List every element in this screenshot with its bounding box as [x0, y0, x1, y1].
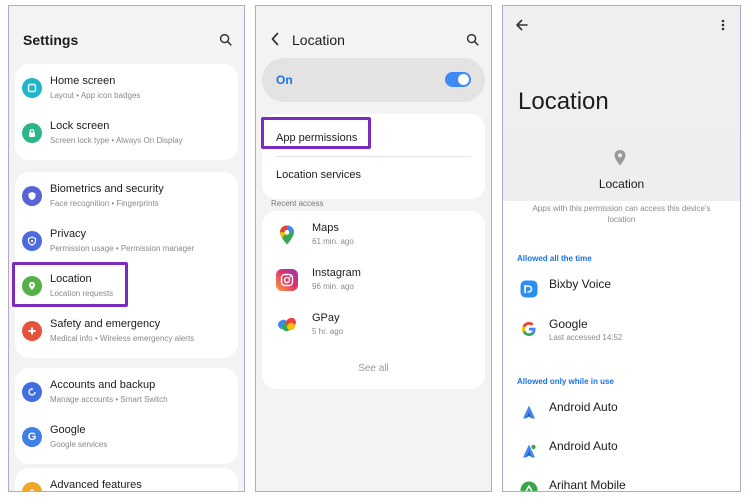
permission-content: Location Apps with this permission can a…: [503, 133, 740, 491]
settings-item-google[interactable]: G Google Google services: [15, 417, 238, 462]
search-icon[interactable]: [216, 30, 234, 48]
location-permission-panel: Location Location Apps with this permiss…: [502, 5, 741, 492]
privacy-icon: [22, 231, 42, 251]
settings-item-title: Advanced features: [50, 479, 142, 491]
app-row-arihant[interactable]: Arihant Mobile: [503, 470, 740, 492]
more-options-icon[interactable]: [714, 16, 732, 34]
settings-item-title: Biometrics and security: [50, 183, 164, 195]
recent-app-maps[interactable]: Maps 61 min. ago: [262, 215, 485, 259]
google-g-icon: G: [22, 427, 42, 447]
settings-item-title: Accounts and backup: [50, 379, 156, 391]
settings-card-accounts: Accounts and backup Manage accounts • Sm…: [15, 368, 238, 464]
settings-item-title: Home screen: [50, 75, 116, 87]
settings-item-lock-screen[interactable]: Lock screen Screen lock type • Always On…: [15, 113, 238, 158]
settings-item-subtitle: Face recognition • Fingerprints: [50, 199, 159, 208]
sync-icon: [22, 382, 42, 402]
advanced-icon: [22, 482, 42, 491]
page-title: Location: [292, 32, 345, 48]
app-row-google[interactable]: Google Last accessed 14:52: [503, 309, 740, 349]
location-panel: Location On App permissions Location ser…: [255, 5, 492, 492]
home-screen-icon: [22, 78, 42, 98]
app-row-bixby[interactable]: Bixby Voice: [503, 269, 740, 309]
allowed-all-label: Allowed all the time: [517, 254, 592, 263]
settings-card-advanced: Advanced features: [15, 468, 238, 491]
app-row-android-auto[interactable]: Android Auto: [503, 392, 740, 432]
settings-item-subtitle: Screen lock type • Always On Display: [50, 136, 183, 145]
android-auto-icon: [519, 402, 539, 422]
settings-panel: Settings Home screen Layout • App icon b…: [8, 5, 245, 492]
permission-name: Location: [598, 177, 645, 191]
settings-item-subtitle: Permission usage • Permission manager: [50, 244, 195, 253]
back-arrow-icon[interactable]: [512, 16, 530, 34]
lock-screen-icon: [22, 123, 42, 143]
arihant-icon: [519, 480, 539, 491]
app-detail: Last accessed 14:52: [549, 333, 623, 342]
recent-app-name: Instagram: [312, 267, 361, 279]
allowed-while-label: Allowed only while in use: [517, 377, 614, 386]
recent-app-time: 96 min. ago: [312, 282, 354, 291]
search-icon[interactable]: [463, 30, 481, 48]
google-maps-icon: [276, 224, 298, 246]
app-name: Arihant Mobile: [549, 478, 626, 492]
app-name: Android Auto: [549, 400, 618, 414]
permission-description: Apps with this permission can access thi…: [532, 204, 711, 224]
recent-app-time: 5 hr. ago: [312, 327, 344, 336]
back-chevron-icon[interactable]: [266, 30, 284, 48]
page-title: Location: [518, 88, 609, 115]
settings-item-biometrics[interactable]: Biometrics and security Face recognition…: [15, 176, 238, 221]
page-title: Settings: [23, 32, 79, 48]
settings-item-subtitle: Google services: [50, 440, 108, 449]
settings-item-home-screen[interactable]: Home screen Layout • App icon badges: [15, 68, 238, 113]
settings-item-subtitle: Medical info • Wireless emergency alerts: [50, 334, 195, 343]
settings-item-safety[interactable]: Safety and emergency Medical info • Wire…: [15, 311, 238, 356]
settings-item-title: Lock screen: [50, 120, 110, 132]
location-services-item[interactable]: Location services: [276, 169, 361, 181]
recent-app-name: Maps: [312, 222, 339, 234]
location-pin-icon: [613, 149, 627, 172]
gpay-icon: [276, 314, 298, 336]
location-toggle-card[interactable]: On: [262, 58, 485, 102]
bixby-icon: [519, 279, 539, 299]
screenshot-stage: Settings Home screen Layout • App icon b…: [0, 0, 749, 500]
settings-card-screens: Home screen Layout • App icon badges Loc…: [15, 64, 238, 160]
recent-app-instagram[interactable]: Instagram 96 min. ago: [262, 260, 485, 304]
settings-item-privacy[interactable]: Privacy Permission usage • Permission ma…: [15, 221, 238, 266]
app-name: Android Auto: [549, 439, 618, 453]
settings-item-title: Google: [50, 424, 86, 436]
location-switch[interactable]: [445, 72, 471, 87]
settings-item-subtitle: Layout • App icon badges: [50, 91, 141, 100]
see-all-link[interactable]: See all: [256, 363, 491, 374]
permission-header: Location: [503, 133, 740, 201]
app-permissions-highlight-box: [261, 117, 371, 149]
divider: [276, 156, 471, 157]
app-row-android-auto-2[interactable]: Android Auto: [503, 431, 740, 471]
android-auto-icon: [519, 441, 539, 461]
google-g-icon: [519, 319, 539, 339]
settings-item-subtitle: Manage accounts • Smart Switch: [50, 395, 168, 404]
recent-app-name: GPay: [312, 312, 340, 324]
recent-app-gpay[interactable]: GPay 5 hr. ago: [262, 305, 485, 349]
recent-access-label: Recent access: [271, 199, 324, 208]
shield-icon: [22, 186, 42, 206]
emergency-icon: [22, 321, 42, 341]
app-name: Bixby Voice: [549, 277, 612, 291]
app-name: Google: [549, 317, 588, 331]
settings-item-advanced[interactable]: Advanced features: [15, 472, 238, 491]
switch-knob: [458, 74, 469, 85]
settings-item-title: Privacy: [50, 228, 87, 240]
location-highlight-box: [12, 262, 128, 307]
toggle-label: On: [276, 73, 293, 87]
instagram-icon: [276, 269, 298, 291]
settings-item-title: Safety and emergency: [50, 318, 161, 330]
recent-app-time: 61 min. ago: [312, 237, 354, 246]
settings-item-accounts[interactable]: Accounts and backup Manage accounts • Sm…: [15, 372, 238, 417]
